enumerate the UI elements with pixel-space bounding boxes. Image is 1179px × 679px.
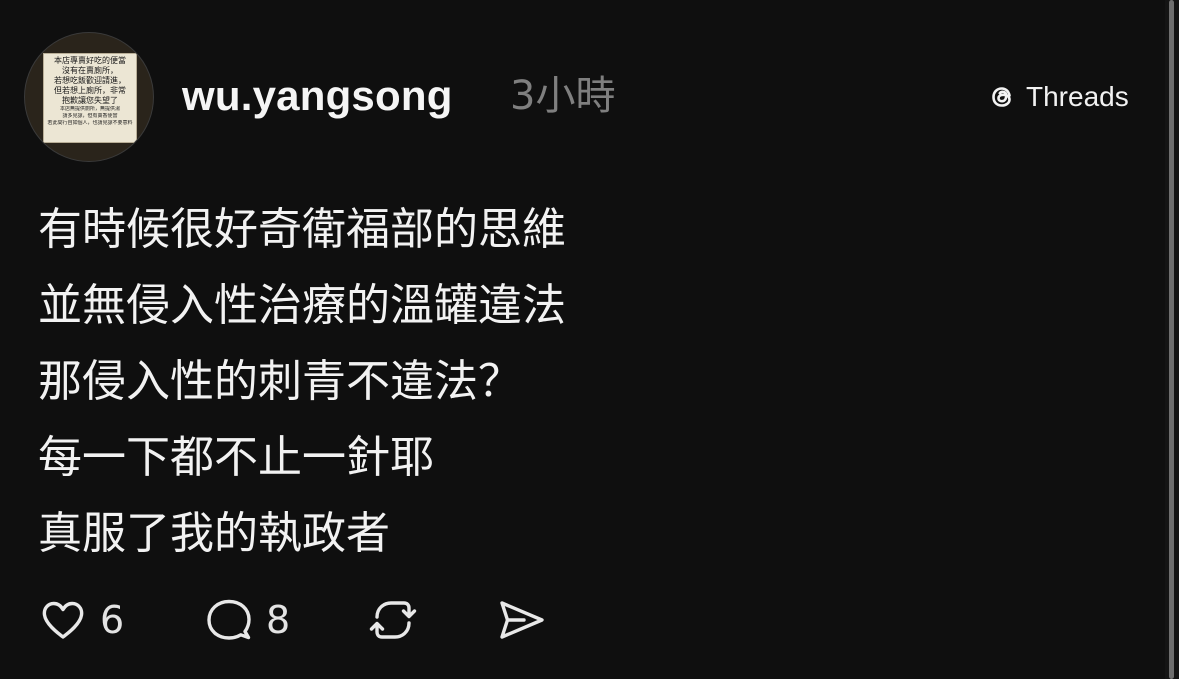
threads-logo-icon xyxy=(992,87,1011,107)
post-timestamp[interactable]: 3小時 xyxy=(510,70,615,122)
avatar-sign-line: 抱歉讓您失望了 xyxy=(62,96,118,105)
like-button[interactable]: 6 xyxy=(36,592,124,648)
repost-icon xyxy=(369,601,417,639)
repost-button[interactable] xyxy=(366,592,420,648)
threads-brand-link[interactable]: Threads xyxy=(986,80,1129,114)
reply-count: 8 xyxy=(266,598,291,642)
avatar-sign-line: 沒有在賣廁所， xyxy=(62,66,118,75)
avatar-sign-line: 若此間行自如個人，也請見諒不要意料 xyxy=(47,120,133,126)
avatar-sign-image: 本店專賣好吃的便當 沒有在賣廁所， 若想吃飯歡迎請進， 但若想上廁所，非常 抱歉… xyxy=(43,53,137,143)
post-text-line: 每一下都不止一針耶 xyxy=(38,432,434,483)
scrollbar[interactable] xyxy=(1165,0,1179,679)
avatar-sign-line: 請多見諒，但有賣香便當 xyxy=(62,113,118,119)
threads-brand-label: Threads xyxy=(1026,81,1129,112)
username-link[interactable]: wu.yangsong xyxy=(182,70,453,122)
post-text-line: 有時候很好奇衛福部的思維 xyxy=(38,204,566,255)
reply-button[interactable]: 8 xyxy=(202,592,290,648)
comment-icon xyxy=(207,599,251,640)
like-count: 6 xyxy=(100,598,125,642)
share-button[interactable] xyxy=(494,592,548,648)
heart-icon xyxy=(42,601,84,639)
avatar[interactable]: 本店專賣好吃的便當 沒有在賣廁所， 若想吃飯歡迎請進， 但若想上廁所，非常 抱歉… xyxy=(24,32,154,162)
post-text: 有時候很好奇衛福部的思維 並無侵入性治療的溫罐違法 那侵入性的刺青不違法？ 每一… xyxy=(38,192,838,572)
send-icon xyxy=(500,601,544,639)
post-text-line: 那侵入性的刺青不違法？ xyxy=(38,356,522,407)
avatar-sign-line: 本店無提供廁所，無提供湯 xyxy=(59,106,120,112)
avatar-sign-line: 但若想上廁所，非常 xyxy=(54,86,126,95)
post-text-line: 並無侵入性治療的溫罐違法 xyxy=(38,280,566,331)
avatar-sign-line: 本店專賣好吃的便當 xyxy=(54,56,126,65)
avatar-sign-line: 若想吃飯歡迎請進， xyxy=(54,76,126,85)
post-text-line: 真服了我的執政者 xyxy=(38,508,390,559)
